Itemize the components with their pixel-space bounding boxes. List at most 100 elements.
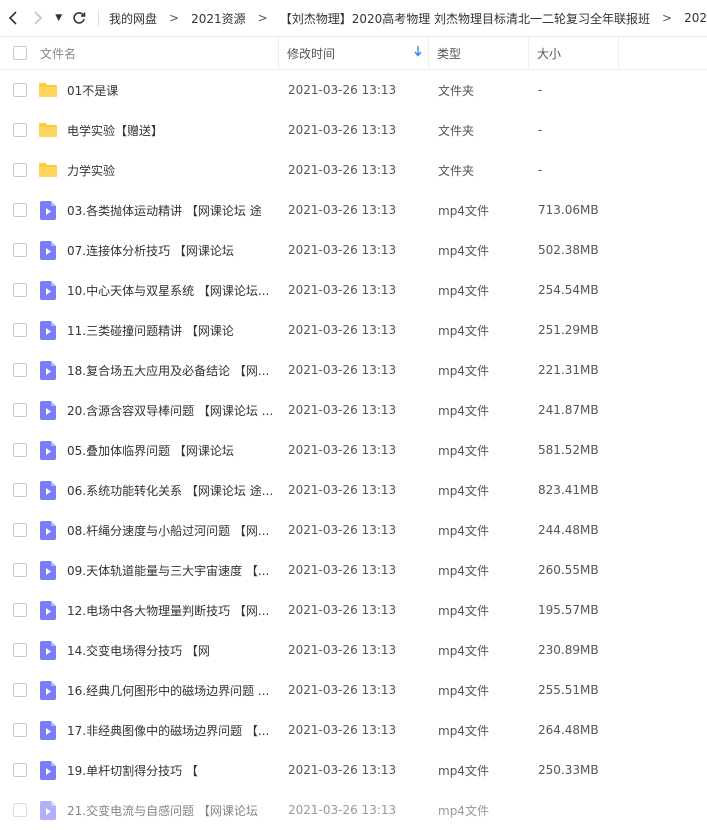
column-header-name[interactable]: 文件名 bbox=[38, 37, 279, 69]
file-name[interactable]: 09.天体轨道能量与三大宇宙速度 【... bbox=[67, 562, 272, 579]
breadcrumb-item[interactable]: 我的网盘 bbox=[109, 10, 157, 27]
video-icon bbox=[38, 480, 58, 500]
file-name[interactable]: 07.连接体分析技巧 【网课论坛 bbox=[67, 242, 272, 259]
file-name[interactable]: 10.中心天体与双星系统 【网课论坛... bbox=[67, 282, 272, 299]
row-checkbox[interactable] bbox=[13, 363, 27, 377]
table-row[interactable]: 06.系统功能转化关系 【网课论坛 途... 2021-03-26 13:13 … bbox=[0, 470, 707, 510]
row-checkbox[interactable] bbox=[13, 283, 27, 297]
file-name[interactable]: 14.交变电场得分技巧 【网 bbox=[67, 642, 272, 659]
table-row[interactable]: 03.各类抛体运动精讲 【网课论坛 途 2021-03-26 13:13 mp4… bbox=[0, 190, 707, 230]
row-checkbox[interactable] bbox=[13, 203, 27, 217]
select-all-checkbox[interactable] bbox=[13, 46, 27, 60]
column-header-type[interactable]: 类型 bbox=[429, 37, 529, 69]
forward-button[interactable] bbox=[25, 0, 50, 36]
table-row[interactable]: 力学实验 2021-03-26 13:13 文件夹 - bbox=[0, 150, 707, 190]
file-name[interactable]: 力学实验 bbox=[67, 162, 272, 179]
row-checkbox[interactable] bbox=[13, 323, 27, 337]
row-checkbox[interactable] bbox=[13, 603, 27, 617]
file-name-cell[interactable]: 力学实验 bbox=[38, 150, 279, 190]
file-name-cell[interactable]: 18.复合场五大应用及必备结论 【网... bbox=[38, 350, 279, 390]
column-header-size[interactable]: 大小 bbox=[529, 37, 619, 69]
file-name[interactable]: 20.含源含容双导棒问题 【网课论坛 ... bbox=[67, 402, 272, 419]
file-name-cell[interactable]: 10.中心天体与双星系统 【网课论坛... bbox=[38, 270, 279, 310]
row-checkbox[interactable] bbox=[13, 523, 27, 537]
file-name-cell[interactable]: 21.交变电流与自感问题 【网课论坛 bbox=[38, 790, 279, 830]
file-name-cell[interactable]: 16.经典几何图形中的磁场边界问题 ... bbox=[38, 670, 279, 710]
breadcrumb-separator: > bbox=[169, 11, 180, 25]
file-name-cell[interactable]: 09.天体轨道能量与三大宇宙速度 【... bbox=[38, 550, 279, 590]
table-row[interactable]: 10.中心天体与双星系统 【网课论坛... 2021-03-26 13:13 m… bbox=[0, 270, 707, 310]
table-row[interactable]: 17.非经典图像中的磁场边界问题 【... 2021-03-26 13:13 m… bbox=[0, 710, 707, 750]
file-name-cell[interactable]: 12.电场中各大物理量判断技巧 【网... bbox=[38, 590, 279, 630]
file-name[interactable]: 16.经典几何图形中的磁场边界问题 ... bbox=[67, 682, 272, 699]
file-name[interactable]: 17.非经典图像中的磁场边界问题 【... bbox=[67, 722, 272, 739]
row-checkbox[interactable] bbox=[13, 763, 27, 777]
row-checkbox[interactable] bbox=[13, 403, 27, 417]
table-row[interactable]: 19.单杆切割得分技巧 【 2021-03-26 13:13 mp4文件 250… bbox=[0, 750, 707, 790]
file-name-cell[interactable]: 17.非经典图像中的磁场边界问题 【... bbox=[38, 710, 279, 750]
back-button[interactable] bbox=[0, 0, 25, 36]
file-name[interactable]: 19.单杆切割得分技巧 【 bbox=[67, 762, 272, 779]
row-checkbox[interactable] bbox=[13, 83, 27, 97]
row-checkbox[interactable] bbox=[13, 243, 27, 257]
table-row[interactable]: 09.天体轨道能量与三大宇宙速度 【... 2021-03-26 13:13 m… bbox=[0, 550, 707, 590]
table-row[interactable]: 21.交变电流与自感问题 【网课论坛 2021-03-26 13:13 mp4文… bbox=[0, 790, 707, 830]
row-checkbox[interactable] bbox=[13, 163, 27, 177]
table-row[interactable]: 11.三类碰撞问题精讲 【网课论 2021-03-26 13:13 mp4文件 … bbox=[0, 310, 707, 350]
table-row[interactable]: 20.含源含容双导棒问题 【网课论坛 ... 2021-03-26 13:13 … bbox=[0, 390, 707, 430]
file-name-cell[interactable]: 03.各类抛体运动精讲 【网课论坛 途 bbox=[38, 190, 279, 230]
file-name-cell[interactable]: 电学实验【赠送】 bbox=[38, 110, 279, 150]
breadcrumb-item[interactable]: 202 bbox=[684, 11, 707, 25]
column-header-time[interactable]: 修改时间 bbox=[279, 37, 429, 69]
row-checkbox[interactable] bbox=[13, 643, 27, 657]
file-type: mp4文件 bbox=[438, 763, 489, 778]
file-name-cell[interactable]: 14.交变电场得分技巧 【网 bbox=[38, 630, 279, 670]
column-header-name-label: 文件名 bbox=[40, 46, 77, 61]
video-icon bbox=[38, 240, 58, 260]
row-checkbox[interactable] bbox=[13, 483, 27, 497]
row-checkbox[interactable] bbox=[13, 723, 27, 737]
file-name[interactable]: 电学实验【赠送】 bbox=[67, 122, 272, 139]
refresh-button[interactable] bbox=[67, 0, 92, 36]
table-row[interactable]: 电学实验【赠送】 2021-03-26 13:13 文件夹 - bbox=[0, 110, 707, 150]
breadcrumb-item[interactable]: 2021资源 bbox=[191, 10, 246, 27]
file-name[interactable]: 06.系统功能转化关系 【网课论坛 途... bbox=[67, 482, 272, 499]
file-name[interactable]: 05.叠加体临界问题 【网课论坛 bbox=[67, 442, 272, 459]
file-name[interactable]: 18.复合场五大应用及必备结论 【网... bbox=[67, 362, 272, 379]
file-name-cell[interactable]: 01不是课 bbox=[38, 70, 279, 110]
row-checkbox-cell bbox=[0, 310, 38, 350]
row-checkbox[interactable] bbox=[13, 123, 27, 137]
file-size: 251.29MB bbox=[538, 323, 599, 337]
row-checkbox[interactable] bbox=[13, 683, 27, 697]
history-dropdown-icon[interactable]: ▼ bbox=[51, 0, 67, 36]
file-name-cell[interactable]: 19.单杆切割得分技巧 【 bbox=[38, 750, 279, 790]
file-name[interactable]: 12.电场中各大物理量判断技巧 【网... bbox=[67, 602, 272, 619]
toolbar: ▼ 我的网盘 > 2021资源 > 【刘杰物理】2020高考物理 刘杰物理目标清… bbox=[0, 0, 707, 37]
table-row[interactable]: 05.叠加体临界问题 【网课论坛 2021-03-26 13:13 mp4文件 … bbox=[0, 430, 707, 470]
file-name[interactable]: 03.各类抛体运动精讲 【网课论坛 途 bbox=[67, 202, 272, 219]
table-row[interactable]: 14.交变电场得分技巧 【网 2021-03-26 13:13 mp4文件 23… bbox=[0, 630, 707, 670]
file-name[interactable]: 11.三类碰撞问题精讲 【网课论 bbox=[67, 322, 272, 339]
breadcrumb-item[interactable]: 【刘杰物理】2020高考物理 刘杰物理目标清北一二轮复习全年联报班 bbox=[280, 10, 650, 27]
file-name-cell[interactable]: 07.连接体分析技巧 【网课论坛 bbox=[38, 230, 279, 270]
table-row[interactable]: 07.连接体分析技巧 【网课论坛 2021-03-26 13:13 mp4文件 … bbox=[0, 230, 707, 270]
table-row[interactable]: 01不是课 2021-03-26 13:13 文件夹 - bbox=[0, 70, 707, 110]
file-name-cell[interactable]: 06.系统功能转化关系 【网课论坛 途... bbox=[38, 470, 279, 510]
table-row[interactable]: 12.电场中各大物理量判断技巧 【网... 2021-03-26 13:13 m… bbox=[0, 590, 707, 630]
file-name-cell[interactable]: 08.杆绳分速度与小船过河问题 【网... bbox=[38, 510, 279, 550]
file-name-cell[interactable]: 20.含源含容双导棒问题 【网课论坛 ... bbox=[38, 390, 279, 430]
row-checkbox[interactable] bbox=[13, 563, 27, 577]
table-row[interactable]: 18.复合场五大应用及必备结论 【网... 2021-03-26 13:13 m… bbox=[0, 350, 707, 390]
file-type: 文件夹 bbox=[438, 163, 475, 178]
row-checkbox[interactable] bbox=[13, 443, 27, 457]
file-name[interactable]: 08.杆绳分速度与小船过河问题 【网... bbox=[67, 522, 272, 539]
row-checkbox[interactable] bbox=[13, 803, 27, 817]
sort-descending-icon[interactable] bbox=[414, 46, 422, 60]
file-name[interactable]: 01不是课 bbox=[67, 82, 272, 99]
file-name-cell[interactable]: 05.叠加体临界问题 【网课论坛 bbox=[38, 430, 279, 470]
file-name[interactable]: 21.交变电流与自感问题 【网课论坛 bbox=[67, 802, 272, 819]
file-size: 713.06MB bbox=[538, 203, 599, 217]
file-name-cell[interactable]: 11.三类碰撞问题精讲 【网课论 bbox=[38, 310, 279, 350]
table-row[interactable]: 16.经典几何图形中的磁场边界问题 ... 2021-03-26 13:13 m… bbox=[0, 670, 707, 710]
table-row[interactable]: 08.杆绳分速度与小船过河问题 【网... 2021-03-26 13:13 m… bbox=[0, 510, 707, 550]
